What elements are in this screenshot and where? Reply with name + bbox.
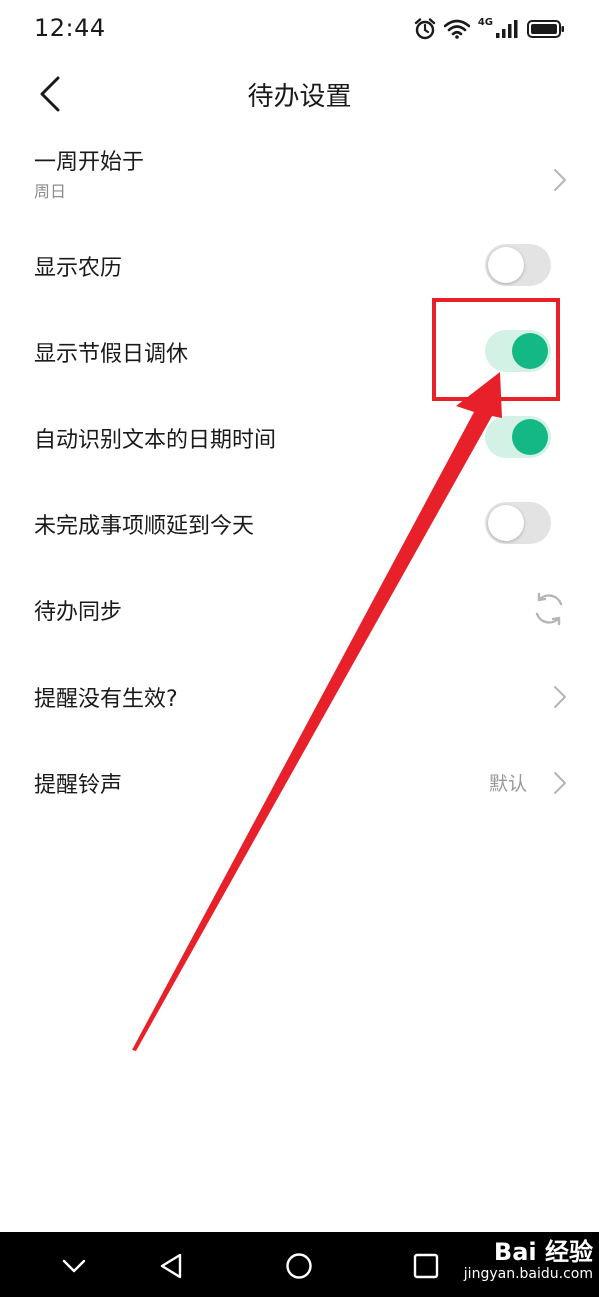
setting-label: 提醒铃声 xyxy=(34,773,123,798)
wifi-icon xyxy=(443,19,470,39)
setting-label: 显示节假日调休 xyxy=(34,342,189,367)
nav-home-icon xyxy=(286,1253,312,1279)
setting-todo-sync[interactable]: 待办同步 xyxy=(0,566,599,652)
watermark-url: jingyan.baidu.com xyxy=(463,1266,593,1282)
setting-label: 自动识别文本的日期时间 xyxy=(34,428,277,453)
chevron-right-icon xyxy=(554,686,566,708)
show-lunar-toggle[interactable] xyxy=(485,244,551,286)
setting-reminder-not-working[interactable]: 提醒没有生效? xyxy=(0,652,599,738)
setting-postpone-unfinished: 未完成事项顺延到今天 xyxy=(0,480,599,566)
setting-show-holiday: 显示节假日调休 xyxy=(0,308,599,394)
status-time: 12:44 xyxy=(34,14,106,42)
battery-icon xyxy=(527,20,564,38)
watermark: Bai 经验 jingyan.baidu.com xyxy=(464,1238,593,1282)
setting-label: 一周开始于 xyxy=(34,150,145,175)
setting-label: 显示农历 xyxy=(34,256,123,281)
header: 待办设置 xyxy=(0,62,599,126)
setting-value: 周日 xyxy=(34,182,67,201)
toggle-knob xyxy=(512,333,548,369)
setting-reminder-ringtone[interactable]: 提醒铃声 默认 xyxy=(0,738,599,824)
cellular-signal-icon xyxy=(496,20,518,38)
setting-week-start[interactable]: 一周开始于 周日 xyxy=(0,130,599,220)
setting-value: 默认 xyxy=(488,773,527,795)
setting-auto-detect-date: 自动识别文本的日期时间 xyxy=(0,394,599,480)
nav-home-button[interactable] xyxy=(279,1246,319,1286)
nav-back-button[interactable] xyxy=(151,1246,191,1286)
setting-label: 提醒没有生效? xyxy=(34,687,178,712)
toggle-knob xyxy=(488,247,524,283)
setting-show-lunar: 显示农历 xyxy=(0,222,599,308)
nav-down-button[interactable] xyxy=(54,1246,94,1286)
status-bar: 12:44 4G xyxy=(0,0,599,60)
page-title: 待办设置 xyxy=(247,82,352,112)
alarm-icon xyxy=(414,18,436,40)
show-holiday-toggle[interactable] xyxy=(485,330,551,372)
nav-back-icon xyxy=(160,1253,182,1279)
status-icons: 4G xyxy=(414,16,565,42)
chevron-right-icon xyxy=(554,169,566,191)
auto-detect-date-toggle[interactable] xyxy=(485,416,551,458)
nav-recents-button[interactable] xyxy=(406,1246,446,1286)
chevron-right-icon xyxy=(554,772,566,794)
network-type: 4G xyxy=(477,17,493,28)
sync-icon[interactable] xyxy=(531,591,567,627)
navigation-bar: Bai 经验 jingyan.baidu.com xyxy=(0,1232,599,1297)
setting-label: 待办同步 xyxy=(34,600,123,625)
toggle-knob xyxy=(512,419,548,455)
setting-label: 未完成事项顺延到今天 xyxy=(34,514,255,539)
watermark-brand: Bai 经验 xyxy=(493,1238,593,1266)
toggle-knob xyxy=(488,505,524,541)
nav-recents-icon xyxy=(413,1253,439,1279)
postpone-unfinished-toggle[interactable] xyxy=(485,502,551,544)
nav-down-icon xyxy=(62,1259,86,1273)
